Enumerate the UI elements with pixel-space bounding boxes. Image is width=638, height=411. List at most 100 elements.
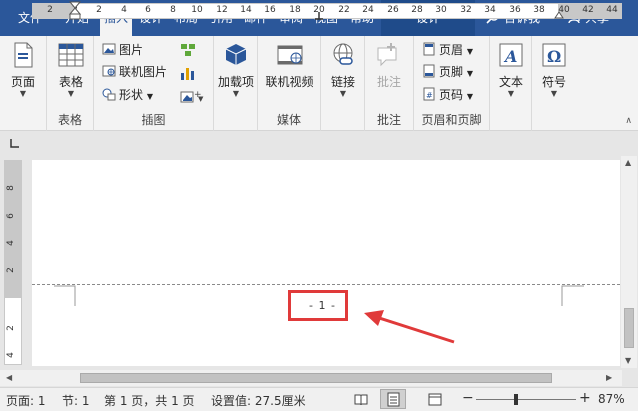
ruler-number: 34 <box>484 5 496 15</box>
scroll-up-icon[interactable]: ▲ <box>625 158 631 167</box>
picture-label: 图片 <box>119 43 144 57</box>
vertical-ruler[interactable]: 8 6 4 2 2 4 <box>4 160 22 365</box>
status-section[interactable]: 节: 1 <box>62 392 90 409</box>
ruler-number: 18 <box>289 5 301 15</box>
pages-label: 页面 <box>10 75 35 89</box>
chevron-down-icon: ▼ <box>232 89 240 98</box>
group-label-tables: 表格 <box>57 113 82 127</box>
zoom-slider[interactable] <box>476 394 576 405</box>
group-symbols: Ω 符号 ▼ <box>532 36 576 131</box>
center-tab-stop-icon[interactable] <box>314 11 324 20</box>
ruler-number: 14 <box>240 5 252 15</box>
video-icon <box>275 40 305 70</box>
collapse-ribbon-icon[interactable]: ∧ <box>625 116 632 126</box>
screenshot-icon[interactable]: + ▼ <box>180 88 204 104</box>
group-illustrations: 图片 联机图片 形状 ▼ + ▼ 插图 <box>94 36 214 131</box>
horizontal-scrollbar[interactable]: ◀ ▶ <box>0 370 622 386</box>
document-page[interactable]: - 1 - <box>32 160 620 366</box>
vertical-scroll-thumb[interactable] <box>624 308 634 348</box>
right-margin-corner <box>561 285 584 306</box>
comment-label: 批注 <box>376 75 401 89</box>
picture-icon <box>102 43 116 55</box>
web-layout-icon[interactable] <box>428 393 442 406</box>
chevron-down-icon: ▼ <box>507 89 515 98</box>
ruler-number: 12 <box>216 5 228 15</box>
vruler-number: 2 <box>5 267 16 273</box>
chevron-down-icon: ▼ <box>466 69 473 78</box>
zoom-out-icon[interactable]: − <box>462 390 474 406</box>
symbols-label: 符号 <box>541 75 566 89</box>
read-mode-icon[interactable] <box>354 393 368 406</box>
left-margin-corner <box>54 285 76 306</box>
shapes-button[interactable]: 形状 ▼ <box>102 85 153 105</box>
smartart-icon[interactable] <box>180 42 196 58</box>
ruler-number: 4 <box>121 5 127 15</box>
status-page-count[interactable]: 第 1 页，共 1 页 <box>104 392 195 409</box>
zoom-slider-thumb[interactable] <box>514 394 518 405</box>
online-picture-button[interactable]: 联机图片 <box>102 62 167 82</box>
footer-label: 页脚 <box>439 65 464 79</box>
pages-button[interactable]: 页面 ▼ <box>4 40 42 98</box>
ruler-number: 6 <box>145 5 151 15</box>
chevron-down-icon: ▼ <box>19 89 27 98</box>
shapes-icon <box>102 88 116 101</box>
vruler-number: 2 <box>5 325 16 331</box>
chart-icon[interactable] <box>180 65 196 81</box>
addins-button[interactable]: 加载项 ▼ <box>217 40 255 98</box>
vruler-number: 4 <box>5 352 16 358</box>
table-icon <box>56 40 86 70</box>
text-button[interactable]: A 文本 ▼ <box>492 40 530 98</box>
header-icon <box>423 42 435 56</box>
picture-button[interactable]: 图片 <box>102 40 143 60</box>
vertical-scrollbar[interactable]: ▲ ▼ <box>621 156 637 368</box>
group-media: 联机视频 媒体 <box>258 36 321 131</box>
scroll-down-icon[interactable]: ▼ <box>625 356 631 365</box>
status-page[interactable]: 页面: 1 <box>6 392 46 409</box>
arrow-annotation-icon <box>364 310 455 344</box>
page-number-button[interactable]: # 页码 ▼ <box>422 85 473 105</box>
indent-marker-icon[interactable] <box>69 1 81 21</box>
ruler-bar <box>0 132 638 154</box>
svg-text:A: A <box>503 47 517 66</box>
chevron-down-icon: ▼ <box>146 92 153 101</box>
group-comments: 批注 批注 <box>365 36 414 131</box>
ruler-number: 16 <box>264 5 276 15</box>
zoom-in-icon[interactable]: + <box>579 390 591 406</box>
scroll-right-icon[interactable]: ▶ <box>606 373 612 382</box>
group-addins: 加载项 ▼ <box>214 36 258 131</box>
symbols-button[interactable]: Ω 符号 ▼ <box>535 40 573 98</box>
addins-label: 加载项 <box>217 75 254 89</box>
addins-icon <box>221 40 251 70</box>
zoom-level[interactable]: 87% <box>598 392 625 406</box>
status-position[interactable]: 设置值: 27.5厘米 <box>211 392 306 409</box>
horizontal-scroll-thumb[interactable] <box>80 373 552 383</box>
omega-icon: Ω <box>539 40 569 70</box>
comment-button[interactable]: 批注 <box>370 40 408 90</box>
group-text: A 文本 ▼ <box>490 36 532 131</box>
footer-boundary-line <box>32 284 620 285</box>
vruler-number: 6 <box>5 213 16 219</box>
table-button[interactable]: 表格 ▼ <box>52 40 90 98</box>
scroll-left-icon[interactable]: ◀ <box>6 373 12 382</box>
links-button[interactable]: 链接 ▼ <box>324 40 362 98</box>
highlight-box <box>288 290 348 321</box>
footer-button[interactable]: 页脚 ▼ <box>422 62 473 82</box>
online-video-button[interactable]: 联机视频 <box>261 40 318 90</box>
horizontal-ruler[interactable]: 2 2 2 4 6 8 10 12 14 16 18 20 22 24 26 2… <box>32 1 622 21</box>
comment-plus-icon <box>374 40 404 70</box>
header-button[interactable]: 页眉 ▼ <box>422 40 473 60</box>
word-window: { "tabs": [ {"label": "文件"}, {"label": "… <box>0 0 638 411</box>
ruler-number: 42 <box>582 5 594 15</box>
tab-selector-icon[interactable] <box>8 137 21 150</box>
chevron-down-icon: ▼ <box>67 89 75 98</box>
links-label: 链接 <box>330 75 355 89</box>
online-video-label: 联机视频 <box>265 75 314 89</box>
print-layout-icon[interactable] <box>380 389 406 409</box>
ruler-number: 2 <box>96 5 102 15</box>
group-label-media: 媒体 <box>276 113 301 127</box>
ruler-number: 30 <box>435 5 447 15</box>
status-bar: 页面: 1 节: 1 第 1 页，共 1 页 设置值: 27.5厘米 − + 8… <box>0 387 638 411</box>
group-label-header-footer: 页眉和页脚 <box>421 113 482 127</box>
ruler-number: 24 <box>362 5 374 15</box>
right-indent-marker-icon[interactable] <box>554 9 564 19</box>
